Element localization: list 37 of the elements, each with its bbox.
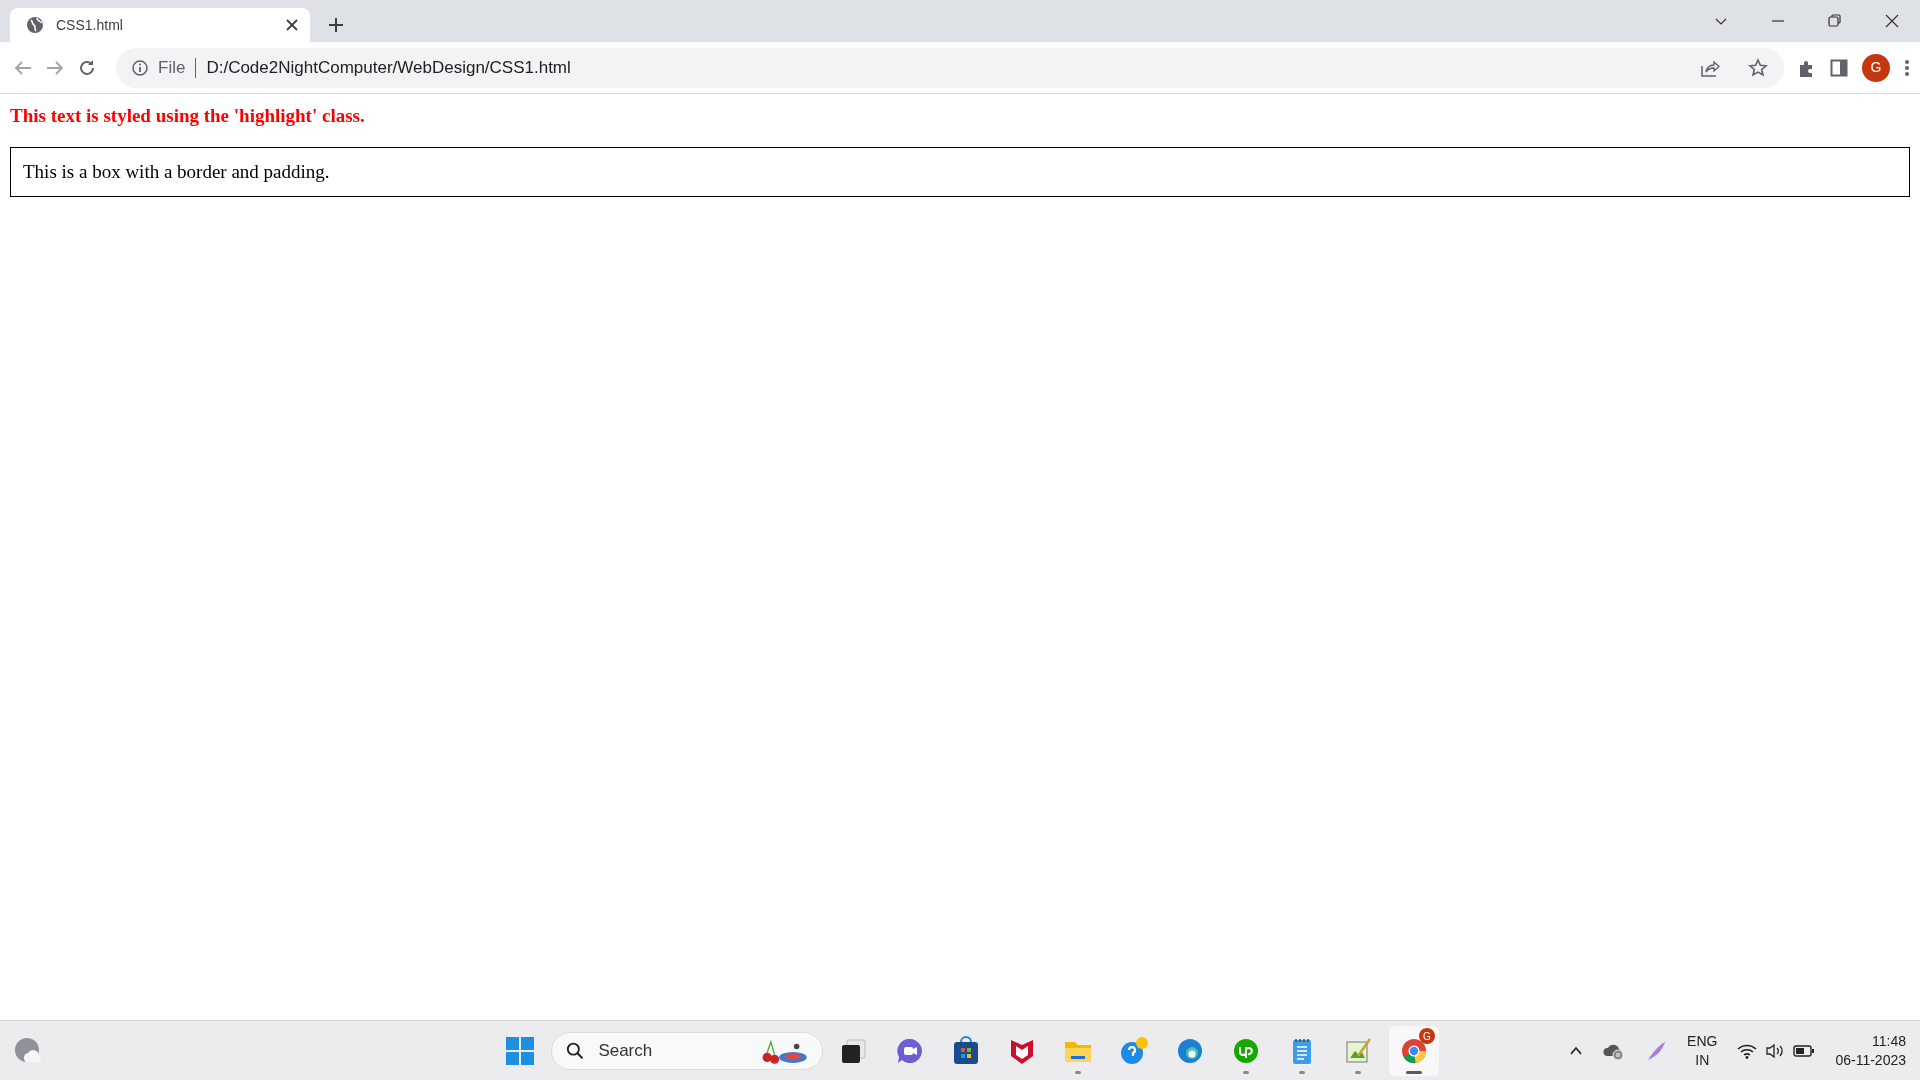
- reload-icon[interactable]: [78, 58, 96, 77]
- wave-circle-icon: [1175, 1036, 1205, 1066]
- video-chat-icon: [895, 1036, 925, 1066]
- stacked-squares-icon: [839, 1036, 869, 1066]
- feather-pen-icon[interactable]: [1645, 1039, 1668, 1062]
- wifi-icon[interactable]: [1737, 1042, 1758, 1059]
- notification-badge: G: [1419, 1028, 1435, 1044]
- clock-time: 11:48: [1872, 1031, 1906, 1051]
- windows-logo-icon: [506, 1037, 534, 1065]
- highlighted-text: This text is styled using the 'highlight' class.: [10, 104, 366, 128]
- info-icon: [132, 59, 148, 76]
- search-input[interactable]: Search: [596, 1037, 747, 1065]
- question-mark-icon: [1119, 1036, 1149, 1066]
- star-icon[interactable]: [1748, 57, 1768, 78]
- bordered-box: This is a box with a border and padding.: [10, 146, 1910, 197]
- browser-tab[interactable]: CSS1.html: [10, 8, 310, 42]
- search-icon: [566, 1041, 585, 1061]
- url-text: D:/Code2NightComputer/WebDesign/CSS1.html: [206, 56, 572, 79]
- clock-date: 06-11-2023: [1835, 1050, 1906, 1070]
- taskbar-app-button[interactable]: G: [1389, 1026, 1439, 1076]
- picture-pencil-icon: [1343, 1036, 1373, 1066]
- shopping-bag-icon: [951, 1036, 981, 1066]
- globe-icon: [26, 16, 44, 34]
- new-tab-icon[interactable]: [328, 17, 344, 33]
- close-icon[interactable]: [286, 19, 298, 31]
- tab-title: CSS1.html: [56, 15, 124, 35]
- circle-logo-icon: [1231, 1036, 1261, 1066]
- url-scheme: File: [158, 57, 197, 78]
- battery-icon[interactable]: [1793, 1043, 1816, 1058]
- speaker-icon[interactable]: [1765, 1042, 1786, 1059]
- taskbar-search-bar[interactable]: Search: [551, 1032, 823, 1070]
- language-code: ENG: [1687, 1031, 1718, 1051]
- side-panel-icon[interactable]: [1830, 58, 1848, 77]
- more-menu-icon[interactable]: [1904, 58, 1910, 77]
- address-bar[interactable]: File D:/Code2NightComputer/WebDesign/CSS1.html: [116, 47, 1784, 88]
- profile-avatar[interactable]: G: [1862, 53, 1890, 82]
- region-code: IN: [1695, 1050, 1710, 1070]
